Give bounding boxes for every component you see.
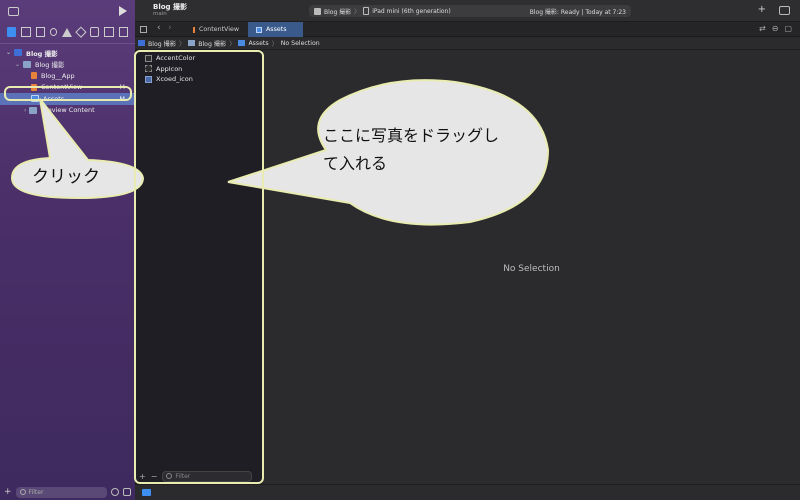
tree-row-label: Blog 撮影 bbox=[35, 61, 65, 70]
jump-crumb[interactable]: Blog 撮影 bbox=[148, 39, 176, 48]
jump-bar: Blog 撮影 〉 Blog 撮影 〉 Assets 〉 No Selectio… bbox=[135, 37, 800, 50]
folder-icon bbox=[23, 60, 32, 68]
folder-icon[interactable] bbox=[7, 27, 17, 37]
build-status: Blog 撮影: Ready | Today at 7:23 bbox=[529, 8, 626, 16]
jump-crumb[interactable]: No Selection bbox=[281, 40, 320, 47]
window-toolbar: Blog 撮影 main Blog 撮影 〉 iPad mini (6th ge… bbox=[135, 0, 800, 22]
sidebar-toggle-icon[interactable] bbox=[8, 6, 19, 16]
options-icon[interactable]: ⊖ bbox=[772, 24, 779, 33]
filter-placeholder: Filter bbox=[28, 488, 44, 496]
warning-icon[interactable] bbox=[62, 27, 73, 37]
assets-row-highlight bbox=[4, 86, 132, 101]
split-editor-icon[interactable]: ▢ bbox=[784, 24, 792, 33]
recent-files-icon[interactable] bbox=[111, 488, 119, 496]
breakpoint-icon[interactable] bbox=[104, 27, 114, 37]
inspector-toggle-icon[interactable] bbox=[779, 6, 790, 15]
asset-detail-area[interactable]: No Selection bbox=[263, 50, 800, 484]
tree-row-label: Preview Content bbox=[41, 106, 95, 115]
tree-row-group[interactable]: ⌄ Blog 撮影 bbox=[0, 59, 135, 71]
source-control-filter-icon[interactable] bbox=[123, 488, 131, 496]
add-icon[interactable]: + bbox=[4, 487, 12, 497]
activity-view: Blog 撮影 〉 iPad mini (6th generation) Blo… bbox=[309, 5, 631, 17]
file-tree: ⌄ Blog 撮影 ⌄ Blog 撮影 Blog__App ContentVie… bbox=[0, 47, 135, 116]
destination-selector[interactable]: iPad mini (6th generation) bbox=[372, 8, 451, 15]
symbol-icon[interactable] bbox=[35, 27, 45, 37]
scheme-icon bbox=[314, 7, 321, 15]
refresh-icon[interactable]: ⇄ bbox=[759, 24, 766, 33]
filter-icon bbox=[19, 489, 26, 495]
navigator-filter-field[interactable]: Filter bbox=[15, 486, 107, 498]
swift-file-icon bbox=[31, 72, 37, 80]
editor-options: ⇄ ⊖ ▢ bbox=[759, 24, 792, 33]
test-icon[interactable] bbox=[75, 26, 87, 38]
jump-crumb[interactable]: Blog 撮影 bbox=[198, 39, 226, 48]
search-icon[interactable] bbox=[49, 28, 58, 36]
run-icon[interactable] bbox=[119, 6, 127, 16]
tab-assets[interactable]: Assets bbox=[248, 22, 303, 37]
tree-row-label: Blog__App bbox=[41, 71, 75, 80]
tab-label: ContentView bbox=[199, 26, 239, 33]
back-icon[interactable]: ‹ bbox=[157, 23, 161, 33]
debug-icon[interactable] bbox=[89, 27, 100, 37]
device-icon bbox=[363, 7, 370, 15]
navigator-filter-bar: + Filter bbox=[0, 484, 135, 500]
report-icon[interactable] bbox=[118, 27, 129, 37]
asset-catalog-icon bbox=[256, 26, 262, 33]
editor-status-bar bbox=[135, 484, 800, 500]
folder-icon bbox=[29, 106, 38, 114]
tab-label: Assets bbox=[266, 26, 287, 33]
project-icon bbox=[14, 49, 23, 57]
tab-contentview[interactable]: ContentView bbox=[185, 22, 247, 37]
source-control-icon[interactable] bbox=[21, 27, 31, 37]
tree-row-app[interactable]: Blog__App bbox=[0, 70, 135, 82]
project-navigator: ⌄ Blog 撮影 ⌄ Blog 撮影 Blog__App ContentVie… bbox=[0, 0, 135, 500]
jump-crumb[interactable]: Assets bbox=[248, 40, 268, 47]
grid-icon[interactable] bbox=[140, 26, 147, 33]
tree-row-preview-content[interactable]: › Preview Content bbox=[0, 105, 135, 117]
sidebar-top-bar bbox=[0, 0, 135, 22]
branch-name: main bbox=[153, 11, 167, 17]
debug-area-toggle-icon[interactable] bbox=[142, 489, 151, 496]
asset-list-highlight bbox=[134, 50, 264, 484]
navigator-selector-bar bbox=[0, 24, 135, 40]
editor-tab-bar: ‹ › ContentView Assets ⇄ ⊖ ▢ bbox=[135, 22, 800, 37]
no-selection-label: No Selection bbox=[503, 264, 560, 274]
forward-icon[interactable]: › bbox=[168, 23, 172, 33]
drag-callout-text-line2: て入れる bbox=[323, 154, 388, 173]
drag-callout-text-line1: ここに写真をドラッグし bbox=[323, 126, 500, 145]
click-callout-text: クリック bbox=[32, 167, 100, 187]
swift-file-icon bbox=[193, 26, 195, 33]
tree-row-project[interactable]: ⌄ Blog 撮影 bbox=[0, 47, 135, 59]
scheme-selector[interactable]: Blog 撮影 bbox=[324, 7, 351, 16]
asset-catalog-icon bbox=[238, 40, 246, 46]
folder-icon bbox=[188, 40, 196, 46]
project-icon bbox=[138, 40, 145, 46]
tree-row-label: Blog 撮影 bbox=[26, 49, 58, 58]
library-add-icon[interactable]: + bbox=[758, 4, 766, 15]
